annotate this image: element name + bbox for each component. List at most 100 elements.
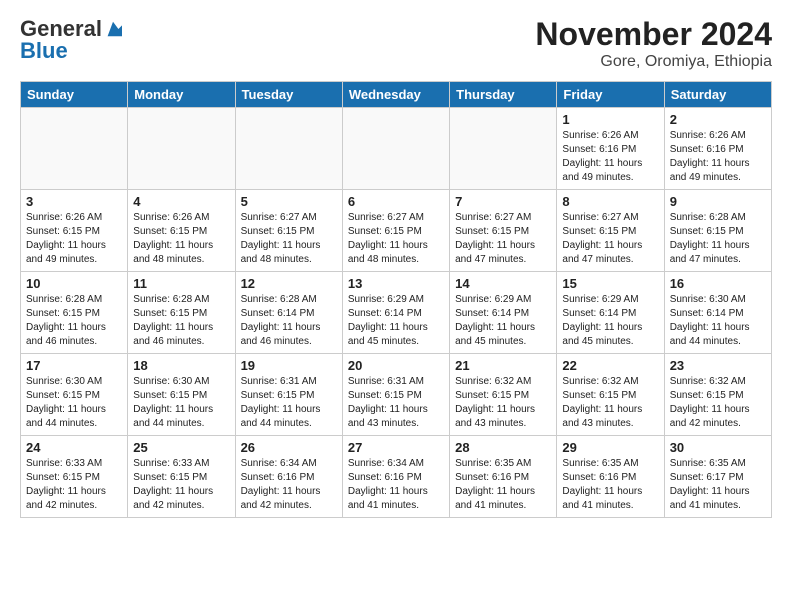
- day-cell: 13Sunrise: 6:29 AM Sunset: 6:14 PM Dayli…: [342, 272, 449, 354]
- week-row-5: 24 Sunrise: 6:33 AM Sunset: 6:15 PM Dayli…: [21, 436, 772, 518]
- col-header-wednesday: Wednesday: [342, 82, 449, 108]
- day-info: Sunrise: 6:27 AM Sunset: 6:15 PM Dayligh…: [562, 211, 658, 267]
- day-info: Sunrise: 6:33 AM Sunset: 6:15 PM Dayligh…: [133, 457, 229, 513]
- day-number: 11: [133, 276, 229, 291]
- col-header-thursday: Thursday: [450, 82, 557, 108]
- day-cell: 15Sunrise: 6:29 AM Sunset: 6:14 PM Dayli…: [557, 272, 664, 354]
- day-cell: [450, 108, 557, 190]
- col-header-friday: Friday: [557, 82, 664, 108]
- day-number: 7: [455, 194, 551, 209]
- logo-icon: [104, 20, 122, 38]
- day-info: Sunrise: 6:28 AM Sunset: 6:15 PM Dayligh…: [26, 293, 122, 349]
- day-number: 25: [133, 440, 229, 455]
- header-row: SundayMondayTuesdayWednesdayThursdayFrid…: [21, 82, 772, 108]
- day-info: Sunrise: 6:26 AM Sunset: 6:16 PM Dayligh…: [670, 129, 766, 185]
- day-cell: 5 Sunrise: 6:27 AM Sunset: 6:15 PM Daylig…: [235, 190, 342, 272]
- day-info: Sunrise: 6:34 AM Sunset: 6:16 PM Dayligh…: [241, 457, 337, 513]
- day-cell: 20 Sunrise: 6:31 AM Sunset: 6:15 PM Dayli…: [342, 354, 449, 436]
- day-number: 17: [26, 358, 122, 373]
- col-header-tuesday: Tuesday: [235, 82, 342, 108]
- day-number: 18: [133, 358, 229, 373]
- day-info: Sunrise: 6:30 AM Sunset: 6:15 PM Dayligh…: [133, 375, 229, 431]
- day-cell: 19 Sunrise: 6:31 AM Sunset: 6:15 PM Dayli…: [235, 354, 342, 436]
- day-number: 23: [670, 358, 766, 373]
- day-info: Sunrise: 6:28 AM Sunset: 6:15 PM Dayligh…: [670, 211, 766, 267]
- calendar-body: 1 Sunrise: 6:26 AM Sunset: 6:16 PM Daylig…: [21, 108, 772, 518]
- day-info: Sunrise: 6:30 AM Sunset: 6:14 PM Dayligh…: [670, 293, 766, 349]
- calendar-table: SundayMondayTuesdayWednesdayThursdayFrid…: [20, 81, 772, 518]
- day-number: 29: [562, 440, 658, 455]
- day-cell: 3 Sunrise: 6:26 AM Sunset: 6:15 PM Daylig…: [21, 190, 128, 272]
- week-row-1: 1 Sunrise: 6:26 AM Sunset: 6:16 PM Daylig…: [21, 108, 772, 190]
- day-number: 1: [562, 112, 658, 127]
- day-number: 16: [670, 276, 766, 291]
- day-cell: 23 Sunrise: 6:32 AM Sunset: 6:15 PM Dayli…: [664, 354, 771, 436]
- logo: General Blue: [20, 16, 122, 64]
- day-number: 27: [348, 440, 444, 455]
- day-info: Sunrise: 6:26 AM Sunset: 6:15 PM Dayligh…: [26, 211, 122, 267]
- col-header-sunday: Sunday: [21, 82, 128, 108]
- day-number: 3: [26, 194, 122, 209]
- day-info: Sunrise: 6:29 AM Sunset: 6:14 PM Dayligh…: [348, 293, 444, 349]
- day-number: 26: [241, 440, 337, 455]
- day-cell: 6 Sunrise: 6:27 AM Sunset: 6:15 PM Daylig…: [342, 190, 449, 272]
- day-cell: 10 Sunrise: 6:28 AM Sunset: 6:15 PM Dayli…: [21, 272, 128, 354]
- day-cell: 1Sunrise: 6:26 AM Sunset: 6:16 PM Daylig…: [557, 108, 664, 190]
- day-cell: 17 Sunrise: 6:30 AM Sunset: 6:15 PM Dayli…: [21, 354, 128, 436]
- day-info: Sunrise: 6:28 AM Sunset: 6:14 PM Dayligh…: [241, 293, 337, 349]
- calendar-header: SundayMondayTuesdayWednesdayThursdayFrid…: [21, 82, 772, 108]
- day-info: Sunrise: 6:32 AM Sunset: 6:15 PM Dayligh…: [455, 375, 551, 431]
- day-number: 24: [26, 440, 122, 455]
- week-row-2: 3 Sunrise: 6:26 AM Sunset: 6:15 PM Daylig…: [21, 190, 772, 272]
- day-info: Sunrise: 6:34 AM Sunset: 6:16 PM Dayligh…: [348, 457, 444, 513]
- header: General Blue November 2024 Gore, Oromiya…: [20, 16, 772, 71]
- day-info: Sunrise: 6:33 AM Sunset: 6:15 PM Dayligh…: [26, 457, 122, 513]
- day-info: Sunrise: 6:27 AM Sunset: 6:15 PM Dayligh…: [241, 211, 337, 267]
- day-cell: 7 Sunrise: 6:27 AM Sunset: 6:15 PM Daylig…: [450, 190, 557, 272]
- page: General Blue November 2024 Gore, Oromiya…: [0, 0, 792, 528]
- day-number: 30: [670, 440, 766, 455]
- day-number: 4: [133, 194, 229, 209]
- day-cell: 11 Sunrise: 6:28 AM Sunset: 6:15 PM Dayli…: [128, 272, 235, 354]
- day-info: Sunrise: 6:31 AM Sunset: 6:15 PM Dayligh…: [241, 375, 337, 431]
- day-info: Sunrise: 6:31 AM Sunset: 6:15 PM Dayligh…: [348, 375, 444, 431]
- day-cell: 9Sunrise: 6:28 AM Sunset: 6:15 PM Daylig…: [664, 190, 771, 272]
- day-cell: [21, 108, 128, 190]
- day-cell: 22 Sunrise: 6:32 AM Sunset: 6:15 PM Dayli…: [557, 354, 664, 436]
- day-info: Sunrise: 6:32 AM Sunset: 6:15 PM Dayligh…: [670, 375, 766, 431]
- day-cell: [128, 108, 235, 190]
- day-number: 19: [241, 358, 337, 373]
- day-info: Sunrise: 6:29 AM Sunset: 6:14 PM Dayligh…: [455, 293, 551, 349]
- day-cell: [342, 108, 449, 190]
- day-number: 21: [455, 358, 551, 373]
- day-cell: 24 Sunrise: 6:33 AM Sunset: 6:15 PM Dayli…: [21, 436, 128, 518]
- day-info: Sunrise: 6:35 AM Sunset: 6:16 PM Dayligh…: [455, 457, 551, 513]
- day-info: Sunrise: 6:29 AM Sunset: 6:14 PM Dayligh…: [562, 293, 658, 349]
- day-info: Sunrise: 6:35 AM Sunset: 6:16 PM Dayligh…: [562, 457, 658, 513]
- day-info: Sunrise: 6:30 AM Sunset: 6:15 PM Dayligh…: [26, 375, 122, 431]
- day-cell: 18 Sunrise: 6:30 AM Sunset: 6:15 PM Dayli…: [128, 354, 235, 436]
- day-info: Sunrise: 6:27 AM Sunset: 6:15 PM Dayligh…: [348, 211, 444, 267]
- logo-blue-text: Blue: [20, 38, 68, 64]
- day-info: Sunrise: 6:32 AM Sunset: 6:15 PM Dayligh…: [562, 375, 658, 431]
- day-info: Sunrise: 6:27 AM Sunset: 6:15 PM Dayligh…: [455, 211, 551, 267]
- week-row-4: 17 Sunrise: 6:30 AM Sunset: 6:15 PM Dayli…: [21, 354, 772, 436]
- day-number: 8: [562, 194, 658, 209]
- day-cell: 4Sunrise: 6:26 AM Sunset: 6:15 PM Daylig…: [128, 190, 235, 272]
- day-cell: 29 Sunrise: 6:35 AM Sunset: 6:16 PM Dayli…: [557, 436, 664, 518]
- col-header-saturday: Saturday: [664, 82, 771, 108]
- day-cell: 14Sunrise: 6:29 AM Sunset: 6:14 PM Dayli…: [450, 272, 557, 354]
- day-number: 6: [348, 194, 444, 209]
- day-info: Sunrise: 6:28 AM Sunset: 6:15 PM Dayligh…: [133, 293, 229, 349]
- day-number: 10: [26, 276, 122, 291]
- day-cell: 12Sunrise: 6:28 AM Sunset: 6:14 PM Dayli…: [235, 272, 342, 354]
- day-number: 28: [455, 440, 551, 455]
- week-row-3: 10 Sunrise: 6:28 AM Sunset: 6:15 PM Dayli…: [21, 272, 772, 354]
- day-cell: 27 Sunrise: 6:34 AM Sunset: 6:16 PM Dayli…: [342, 436, 449, 518]
- day-cell: 2Sunrise: 6:26 AM Sunset: 6:16 PM Daylig…: [664, 108, 771, 190]
- day-cell: 30Sunrise: 6:35 AM Sunset: 6:17 PM Dayli…: [664, 436, 771, 518]
- day-number: 22: [562, 358, 658, 373]
- day-number: 5: [241, 194, 337, 209]
- day-cell: 28 Sunrise: 6:35 AM Sunset: 6:16 PM Dayli…: [450, 436, 557, 518]
- day-number: 20: [348, 358, 444, 373]
